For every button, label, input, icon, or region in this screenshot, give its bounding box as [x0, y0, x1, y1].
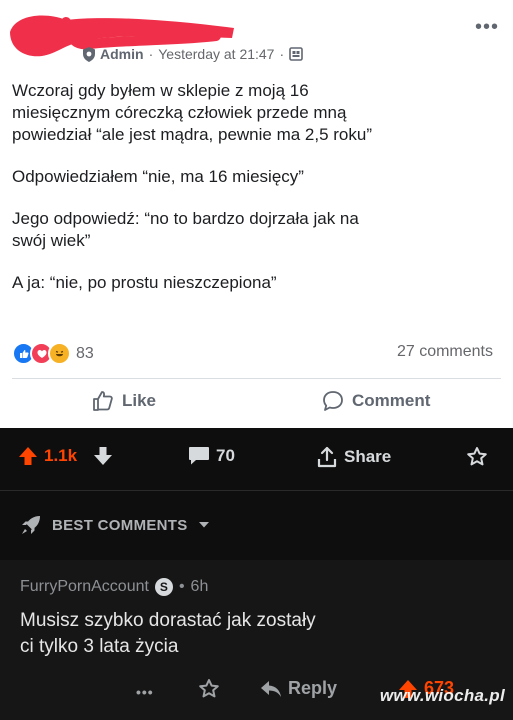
share-label: Share [344, 447, 392, 466]
comment-award-button[interactable] [198, 678, 220, 700]
share-button[interactable]: Share [316, 446, 391, 468]
comment-count: 70 [216, 446, 235, 465]
like-button[interactable]: Like [92, 390, 156, 412]
upvote-count: 1.1k [44, 446, 78, 465]
post-meta: Admin · Yesterday at 21:47 · [82, 44, 303, 64]
group-privacy-icon [289, 47, 303, 61]
award-star-icon [467, 447, 487, 466]
user-badge-icon: S [154, 578, 173, 596]
downvote-arrow-icon[interactable] [93, 446, 113, 466]
chevron-down-icon [198, 522, 209, 528]
comment-author[interactable]: FurryPornAccount [20, 578, 149, 596]
rocket-icon [22, 516, 40, 534]
divider [12, 378, 501, 379]
comment-button[interactable]: Comment [322, 390, 430, 412]
comment-header: FurryPornAccount S • 6h [20, 578, 208, 596]
speech-bubble-icon [323, 391, 343, 411]
like-label: Like [122, 391, 157, 410]
post-paragraph: Wczoraj gdy byłem w sklepie z moją 16 mi… [12, 81, 373, 144]
post-paragraph: Jego odpowiedź: “no to bardzo dojrzała j… [12, 209, 359, 250]
meta-separator: · [148, 46, 154, 62]
post-time[interactable]: Yesterday at 21:47 [158, 46, 274, 62]
award-button[interactable] [466, 446, 488, 468]
vote-controls: 1.1k [18, 446, 113, 466]
upvote-arrow-icon[interactable] [18, 446, 38, 466]
post-body: Wczoraj gdy byłem w sklepie z moją 16 mi… [12, 80, 502, 314]
post-paragraph: Odpowiedziałem “nie, ma 16 miesięcy” [12, 167, 304, 186]
meta-separator: · [279, 46, 285, 62]
site-watermark: www.wiocha.pl [379, 686, 505, 705]
comment-text: Musisz szybko dorastać jak zostały ci ty… [20, 610, 316, 657]
admin-shield-icon [83, 46, 95, 62]
comments-button[interactable]: 70 [188, 446, 235, 466]
reaction-count: 83 [76, 344, 94, 362]
share-icon [317, 446, 337, 468]
reply-arrow-icon [261, 680, 281, 697]
comment-age: 6h [190, 578, 209, 595]
reply-label: Reply [288, 678, 338, 698]
divider [0, 490, 513, 491]
reply-button[interactable]: Reply [260, 678, 337, 699]
haha-reaction-icon [48, 342, 71, 365]
reactions-summary[interactable]: 83 [12, 342, 94, 365]
comments-count-link[interactable]: 27 comments [397, 343, 493, 361]
facebook-post-card: Admin · Yesterday at 21:47 · ••• Wczoraj… [0, 0, 513, 428]
post-actions: Like Comment [0, 390, 513, 424]
comment-label: Comment [352, 391, 431, 410]
post-action-bar: 1.1k 70 Share [0, 434, 513, 484]
post-more-options-button[interactable]: ••• [475, 17, 499, 37]
sort-label: BEST COMMENTS [52, 516, 188, 534]
comment-sort-button[interactable]: BEST COMMENTS [20, 514, 210, 536]
comment-more-button[interactable]: ••• [136, 684, 154, 700]
thumbs-up-icon [93, 391, 113, 411]
admin-label: Admin [100, 46, 144, 62]
post-paragraph: A ja: “nie, po prostu nieszczepiona” [12, 273, 277, 292]
comment-bubble-icon [189, 447, 209, 465]
meta-separator: • [178, 578, 185, 595]
award-star-icon [199, 679, 219, 698]
